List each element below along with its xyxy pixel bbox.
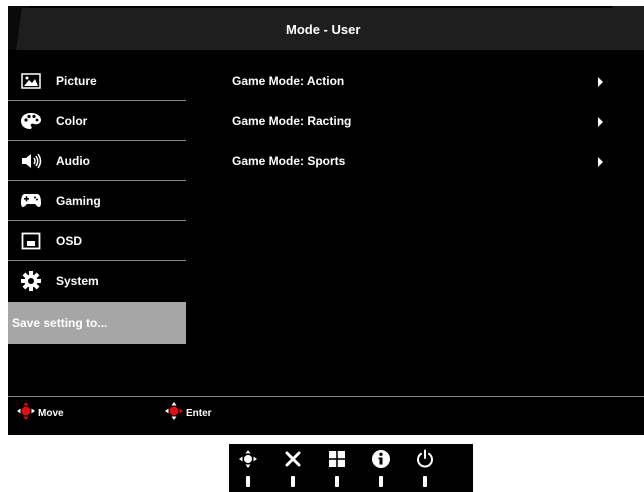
sidebar-item-label: Picture bbox=[56, 73, 97, 88]
monitor-button-strip bbox=[229, 444, 473, 492]
navigation-joystick-icon bbox=[236, 448, 260, 470]
button-indicator bbox=[423, 476, 427, 487]
menu-item-label: Game Mode: Sports bbox=[232, 154, 346, 168]
sidebar-item-color[interactable]: Color bbox=[8, 101, 186, 141]
power-button[interactable] bbox=[410, 448, 440, 488]
menu-item-label: Game Mode: Racting bbox=[232, 114, 352, 128]
osd-menu: Mode - User Picture Color Audio Gaming O… bbox=[8, 6, 644, 435]
footer-divider bbox=[8, 396, 644, 397]
palette-icon bbox=[20, 110, 42, 132]
sidebar-item-label: Color bbox=[56, 113, 88, 128]
button-indicator bbox=[246, 476, 250, 487]
close-icon bbox=[281, 448, 305, 470]
close-button[interactable] bbox=[278, 448, 308, 488]
menu-button[interactable] bbox=[322, 448, 352, 488]
power-icon bbox=[413, 448, 437, 470]
sidebar-item-picture[interactable]: Picture bbox=[8, 61, 186, 101]
button-indicator bbox=[379, 476, 383, 487]
sidebar-item-label: Gaming bbox=[56, 193, 101, 208]
info-icon bbox=[369, 448, 393, 470]
gear-icon bbox=[20, 270, 42, 292]
chevron-right-icon bbox=[598, 157, 603, 167]
footer-hints: Move Enter bbox=[8, 401, 644, 432]
move-navigation-icon bbox=[16, 401, 36, 426]
navigation-button[interactable] bbox=[233, 448, 263, 488]
button-indicator bbox=[335, 476, 339, 487]
sidebar-item-save-setting[interactable]: Save setting to... bbox=[8, 302, 186, 344]
sidebar-item-audio[interactable]: Audio bbox=[8, 141, 186, 181]
enter-hint: Enter bbox=[164, 401, 212, 426]
chevron-right-icon bbox=[598, 117, 603, 127]
sidebar: Picture Color Audio Gaming OSD System bbox=[8, 61, 186, 301]
move-hint: Move bbox=[16, 401, 64, 426]
sidebar-item-label: System bbox=[56, 274, 99, 288]
enter-navigation-icon bbox=[164, 401, 184, 426]
chevron-right-icon bbox=[598, 77, 603, 87]
grid-icon bbox=[325, 448, 349, 470]
menu-item-game-mode-racting[interactable]: Game Mode: Racting bbox=[232, 108, 642, 148]
menu-item-game-mode-action[interactable]: Game Mode: Action bbox=[232, 68, 642, 108]
speaker-icon bbox=[20, 150, 42, 172]
osd-icon bbox=[20, 230, 42, 252]
info-button[interactable] bbox=[366, 448, 396, 488]
menu-item-label: Game Mode: Action bbox=[232, 74, 345, 88]
picture-icon bbox=[20, 70, 42, 92]
button-indicator bbox=[291, 476, 295, 487]
move-label: Move bbox=[38, 407, 64, 419]
enter-label: Enter bbox=[186, 407, 212, 419]
sidebar-item-label: OSD bbox=[56, 233, 83, 248]
menu-item-game-mode-sports[interactable]: Game Mode: Sports bbox=[232, 148, 642, 188]
sidebar-item-label: Audio bbox=[56, 153, 90, 168]
main-menu: Game Mode: Action Game Mode: Racting Gam… bbox=[232, 68, 642, 188]
sidebar-item-gaming[interactable]: Gaming bbox=[8, 181, 186, 221]
page-title: Mode - User bbox=[286, 22, 361, 37]
sidebar-item-system[interactable]: System bbox=[8, 261, 186, 301]
sidebar-item-osd[interactable]: OSD bbox=[8, 221, 186, 261]
gamepad-icon bbox=[20, 190, 42, 212]
header: Mode - User bbox=[8, 6, 644, 58]
